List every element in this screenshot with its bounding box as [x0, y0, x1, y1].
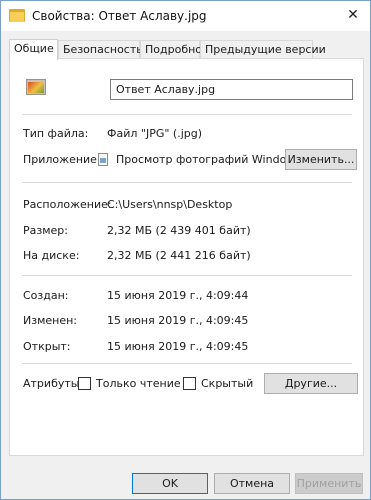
ok-button[interactable]: OK: [132, 473, 208, 494]
general-panel: Ответ Аславу.jpg Тип файла: Файл "JPG" (…: [9, 58, 364, 456]
close-button[interactable]: ✕: [336, 1, 370, 31]
size-label: Размер:: [23, 224, 68, 237]
folder-icon: [9, 9, 25, 22]
file-type-label: Тип файла:: [23, 127, 89, 140]
created-value: 15 июня 2019 г., 4:09:44: [107, 289, 249, 302]
advanced-attributes-button[interactable]: Другие...: [264, 373, 358, 394]
location-value: C:\Users\nnsp\Desktop: [107, 198, 233, 211]
tab-bar: Общие Безопасность Подробно Предыдущие в…: [9, 39, 364, 60]
disk-size-label: На диске:: [23, 249, 80, 262]
app-value: Просмотр фотографий Windows: [116, 153, 302, 166]
separator: [22, 182, 352, 183]
title-bar: Свойства: Ответ Аславу.jpg ✕: [1, 1, 370, 31]
hidden-label: Скрытый: [201, 377, 254, 390]
photo-viewer-icon: [98, 153, 108, 166]
separator: [22, 114, 352, 115]
disk-size-value: 2,32 МБ (2 441 216 байт): [107, 249, 251, 262]
apply-button[interactable]: Применить: [295, 473, 363, 494]
size-value: 2,32 МБ (2 439 401 байт): [107, 224, 251, 237]
hidden-checkbox[interactable]: [183, 377, 196, 390]
image-file-icon: [26, 79, 46, 95]
tab-security[interactable]: Безопасность: [58, 40, 143, 59]
readonly-checkbox[interactable]: [78, 377, 91, 390]
cancel-button[interactable]: Отмена: [214, 473, 290, 494]
tab-details[interactable]: Подробно: [140, 40, 202, 59]
attributes-label: Атрибуты:: [23, 377, 84, 390]
change-app-button[interactable]: Изменить...: [285, 149, 357, 170]
modified-value: 15 июня 2019 г., 4:09:45: [107, 314, 249, 327]
properties-dialog: Свойства: Ответ Аславу.jpg ✕ Общие Безоп…: [0, 0, 371, 500]
readonly-label: Только чтение: [96, 377, 181, 390]
accessed-value: 15 июня 2019 г., 4:09:45: [107, 340, 249, 353]
created-label: Создан:: [23, 289, 69, 302]
location-label: Расположение:: [23, 198, 112, 211]
separator: [22, 275, 352, 276]
file-type-value: Файл "JPG" (.jpg): [107, 127, 203, 140]
tab-general[interactable]: Общие: [9, 39, 58, 60]
window-title: Свойства: Ответ Аславу.jpg: [32, 9, 207, 23]
accessed-label: Открыт:: [23, 340, 71, 353]
separator: [22, 363, 352, 364]
tab-previous-versions[interactable]: Предыдущие версии: [200, 40, 326, 59]
app-label: Приложение:: [23, 153, 101, 166]
file-name-input[interactable]: Ответ Аславу.jpg: [110, 79, 353, 100]
modified-label: Изменен:: [23, 314, 78, 327]
